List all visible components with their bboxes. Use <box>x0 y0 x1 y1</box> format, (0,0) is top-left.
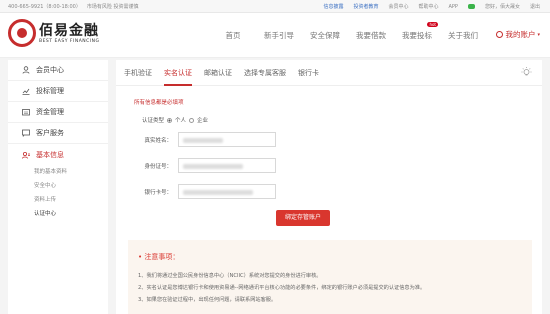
bank-row: 银行卡号： <box>126 184 276 199</box>
main-nav: 首页 新手引导 安全保障 我要借款 我要投标 hot 关于我们 <box>210 13 486 58</box>
logo-text: 佰易金融 <box>39 22 99 39</box>
link-app[interactable]: APP <box>449 4 458 10</box>
content-panel: 手机验证 实名认证 邮箱认证 选择专属客服 银行卡 所有信息都是必填项 认证类型… <box>116 60 542 314</box>
profile-icon <box>22 151 30 159</box>
nav-borrow[interactable]: 我要借款 <box>348 30 394 41</box>
nav-about[interactable]: 关于我们 <box>440 30 486 41</box>
blurred-value <box>183 164 243 169</box>
user-icon <box>496 31 504 38</box>
sidebar-item-basic-info[interactable]: 基本信息 <box>8 144 108 165</box>
nav-home[interactable]: 首页 <box>210 30 256 41</box>
notice-line-3: 3、如果您在验证过程中，出现任何问题，请联系网站客服。 <box>138 297 277 303</box>
user-icon <box>22 66 30 74</box>
notice-box: 注意事项： 1、我们将通过全国公民身份信息中心（NCIIC）系统对您提交的身份进… <box>128 240 532 314</box>
risk-warning: 市场有风险 投资需谨慎 <box>86 3 139 10</box>
subitem-verification-center[interactable]: 认证中心 <box>34 207 108 221</box>
sidebar-item-label: 客户服务 <box>36 129 64 137</box>
radio-company[interactable] <box>189 117 195 123</box>
name-label: 真实姓名： <box>144 137 172 144</box>
logo-mark-icon <box>8 19 36 47</box>
type-label: 认证类型 <box>142 118 165 124</box>
notice-line-2: 2、实名认证是您博达银行卡和使用资易通--网络通讯平台核心功能的必要条件，绑定的… <box>138 285 426 291</box>
bank-label: 银行卡号： <box>144 189 172 196</box>
tab-bar: 手机验证 实名认证 邮箱认证 选择专属客服 银行卡 <box>116 60 542 86</box>
top-bar: 400-665-9921（8:00-18:00） 市场有风险 投资需谨慎 信息披… <box>0 0 550 13</box>
name-row: 真实姓名： <box>126 132 276 147</box>
tab-phone-verify[interactable]: 手机验证 <box>124 60 152 86</box>
nav-guide[interactable]: 新手引导 <box>256 30 302 41</box>
link-disclosure[interactable]: 信息披露 <box>323 3 343 10</box>
notice-line-1: 1、我们将通过全国公民身份信息中心（NCIIC）系统对您提交的身份进行审核。 <box>138 273 322 279</box>
verification-type: 认证类型 个人 企业 <box>142 116 208 124</box>
blurred-value <box>183 190 253 195</box>
lightbulb-icon[interactable] <box>521 67 532 78</box>
radio-company-label: 企业 <box>197 118 209 124</box>
sidebar-item-label: 会员中心 <box>36 66 64 74</box>
greeting: 您好， <box>484 4 500 10</box>
notice-title: 注意事项： <box>138 252 179 262</box>
logo[interactable]: 佰易金融 BEST EASY FINANCING <box>8 19 99 47</box>
tab-email-verify[interactable]: 邮箱认证 <box>204 60 232 86</box>
chart-icon <box>22 88 30 95</box>
nav-security[interactable]: 安全保障 <box>302 30 348 41</box>
my-account-button[interactable]: 我的账户 ▾ <box>496 29 540 40</box>
tab-bank-card[interactable]: 银行卡 <box>298 60 319 86</box>
link-help-center[interactable]: 帮助中心 <box>418 3 438 10</box>
my-account-label: 我的账户 <box>505 30 536 39</box>
subitem-security-center[interactable]: 安全中心 <box>34 179 108 193</box>
required-note: 所有信息都是必填项 <box>134 100 184 106</box>
link-investor-education[interactable]: 投资者教育 <box>353 3 378 10</box>
sidebar: 会员中心 投标管理 资金管理 客户服务 基本信息 我的基本资料 安全中心 资料上… <box>8 60 108 314</box>
name-input[interactable] <box>178 132 276 147</box>
subitem-basic-profile[interactable]: 我的基本资料 <box>34 165 108 179</box>
sidebar-item-bid-management[interactable]: 投标管理 <box>8 81 108 102</box>
nav-invest[interactable]: 我要投标 hot <box>394 22 440 41</box>
username[interactable]: 佰大晟女 <box>500 4 520 10</box>
wechat-icon[interactable] <box>467 4 475 9</box>
radio-personal[interactable] <box>167 117 173 123</box>
sidebar-item-member-center[interactable]: 会员中心 <box>8 60 108 81</box>
sidebar-item-label: 资金管理 <box>36 108 64 116</box>
bank-card-input[interactable] <box>178 184 276 199</box>
message-icon <box>22 129 30 137</box>
nav-invest-label: 我要投标 <box>402 31 432 40</box>
chevron-down-icon: ▾ <box>537 31 540 38</box>
wallet-icon <box>22 109 30 116</box>
bind-account-button[interactable]: 绑定存管账户 <box>276 210 330 226</box>
sidebar-item-label: 基本信息 <box>36 150 64 159</box>
sidebar-item-label: 投标管理 <box>36 87 64 95</box>
sidebar-subitems: 我的基本资料 安全中心 资料上传 认证中心 <box>8 165 108 221</box>
link-member-center[interactable]: 会员中心 <box>388 3 408 10</box>
id-row: 身份证号： <box>126 158 276 173</box>
logout-link[interactable]: 退出 <box>530 3 540 10</box>
id-label: 身份证号： <box>144 163 172 170</box>
tab-select-service[interactable]: 选择专属客服 <box>244 60 286 86</box>
sidebar-item-customer-service[interactable]: 客户服务 <box>8 123 108 144</box>
blurred-value <box>183 138 223 143</box>
tab-realname-verify[interactable]: 实名认证 <box>164 60 192 86</box>
hotline: 400-665-9921（8:00-18:00） <box>8 3 81 10</box>
header: 佰易金融 BEST EASY FINANCING 首页 新手引导 安全保障 我要… <box>0 13 550 58</box>
id-number-input[interactable] <box>178 158 276 173</box>
radio-personal-label: 个人 <box>175 118 187 124</box>
hot-badge: hot <box>427 22 438 27</box>
subitem-upload[interactable]: 资料上传 <box>34 193 108 207</box>
logo-subtext: BEST EASY FINANCING <box>39 38 100 44</box>
sidebar-item-fund-management[interactable]: 资金管理 <box>8 102 108 123</box>
